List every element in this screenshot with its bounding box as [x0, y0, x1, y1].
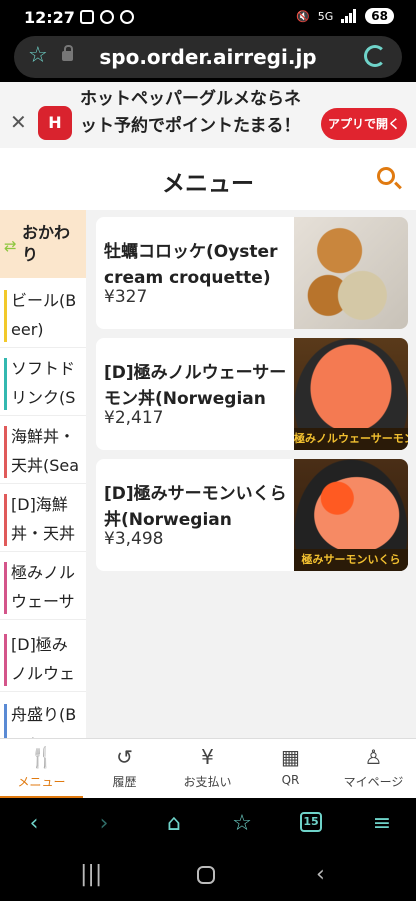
back-nav-icon[interactable]: ‹	[316, 862, 325, 887]
menu-item-name: [D]極みサーモンいくら丼(Norwegian salmon ikura)	[104, 484, 287, 529]
bookmarks-icon[interactable]: ☆	[228, 810, 256, 838]
open-app-button[interactable]: アプリで開く	[321, 108, 407, 140]
sidebar-item-label: ビール(Beer)	[11, 291, 77, 339]
sidebar-item-refill[interactable]: ⇄ おかわり	[0, 210, 86, 278]
tab-label: メニュー	[17, 775, 66, 789]
category-color-bar	[4, 426, 7, 478]
page-title: メニュー	[162, 171, 254, 197]
fork-knife-icon: 🍴	[29, 745, 54, 769]
category-color-bar	[4, 358, 7, 410]
category-color-bar	[4, 562, 7, 614]
close-icon[interactable]: ✕	[10, 110, 27, 134]
status-time: 12:27	[24, 8, 75, 27]
menu-item-price: ¥2,417	[104, 408, 164, 428]
yen-icon: ¥	[201, 745, 214, 769]
qr-icon: ▦	[281, 745, 300, 769]
page-header: メニュー	[0, 148, 416, 210]
menu-item-name: 牡蠣コロッケ(Oyster cream croquette)	[104, 242, 278, 287]
category-color-bar	[4, 290, 7, 342]
sidebar-item-label: [D]極みノルウェー	[11, 635, 76, 683]
sidebar-item-beer[interactable]: ビール(Beer)	[0, 282, 86, 348]
url-bar[interactable]: ☆ spo.order.airregi.jp	[14, 36, 402, 78]
notification-icons	[80, 10, 134, 24]
sidebar-item-norwegian-salmon[interactable]: 極みノルウェーサーモン	[0, 554, 86, 620]
back-icon[interactable]: ‹	[20, 810, 48, 838]
photo-caption: 極みサーモンいくら	[294, 549, 408, 571]
menu-item-price: ¥327	[104, 287, 148, 307]
tab-payment[interactable]: ¥ お支払い	[166, 739, 249, 799]
category-sidebar: ⇄ おかわり ビール(Beer) ソフトドリンク(Soft drinks) 海鮮…	[0, 210, 86, 798]
app-banner: ✕ H ホットペッパーグルメならネット予約でポイントたまる！ アプリで開く	[0, 82, 416, 148]
status-bar: 12:27 🔇 5G 68	[0, 0, 416, 36]
home-button-icon[interactable]	[197, 866, 215, 884]
history-icon: ↺	[116, 745, 133, 769]
app-notification-icon	[100, 10, 114, 24]
tab-history[interactable]: ↺ 履歴	[83, 739, 166, 799]
photo-caption: 極みノルウェーサーモン	[294, 428, 408, 450]
sidebar-item-seafood-bowls[interactable]: 海鮮丼・天丼(Seafood bowls)	[0, 418, 86, 484]
person-icon: ♙	[364, 745, 383, 769]
tab-mypage[interactable]: ♙ マイページ	[332, 739, 415, 799]
battery-badge: 68	[365, 8, 394, 24]
menu-item-card[interactable]: [D]極みサーモンいくら丼(Norwegian salmon ikura) ¥3…	[96, 459, 408, 571]
sidebar-item-d-norwegian[interactable]: [D]極みノルウェー	[0, 626, 86, 692]
tab-menu[interactable]: 🍴 メニュー	[0, 739, 83, 799]
category-color-bar	[4, 494, 7, 546]
sidebar-item-label: [D]海鮮丼・天丼(Seafood)	[11, 495, 76, 543]
status-right: 🔇 5G 68	[296, 8, 394, 24]
reload-icon[interactable]	[364, 45, 386, 67]
signal-icon	[341, 9, 357, 23]
search-icon[interactable]	[377, 167, 395, 185]
sidebar-item-label: ソフトドリンク(Soft drinks)	[11, 359, 76, 407]
bottom-tab-bar: 🍴 メニュー ↺ 履歴 ¥ お支払い ▦ QR ♙ マイページ	[0, 738, 416, 799]
tab-label: お支払い	[183, 775, 232, 789]
screenshot-icon	[80, 10, 94, 24]
tabs-count[interactable]: 15	[300, 812, 322, 832]
sidebar-item-soft-drinks[interactable]: ソフトドリンク(Soft drinks)	[0, 350, 86, 416]
salmon-bowl-photo: 極みノルウェーサーモン	[294, 338, 408, 450]
recent-apps-icon[interactable]: |||	[80, 862, 102, 887]
network-label: 5G	[317, 9, 334, 23]
browser-toolbar: ‹ › ⌂ ☆ 15 ≡	[0, 798, 416, 850]
forward-icon[interactable]: ›	[90, 810, 118, 838]
page-content: ✕ H ホットペッパーグルメならネット予約でポイントたまる！ アプリで開く メニ…	[0, 82, 416, 798]
sidebar-item-d-seafood-bowls[interactable]: [D]海鮮丼・天丼(Seafood)	[0, 486, 86, 552]
home-icon[interactable]: ⌂	[160, 810, 188, 838]
menu-icon[interactable]: ≡	[368, 810, 396, 838]
menu-item-card[interactable]: 牡蠣コロッケ(Oyster cream croquette) ¥327	[96, 217, 408, 329]
url-text[interactable]: spo.order.airregi.jp	[14, 45, 402, 69]
system-nav-bar: ||| ‹	[0, 850, 416, 901]
line-icon	[120, 10, 134, 24]
sidebar-item-label: 海鮮丼・天丼(Seafood bowls)	[11, 427, 80, 475]
tab-label: QR	[281, 773, 300, 787]
salmon-ikura-bowl-photo: 極みサーモンいくら	[294, 459, 408, 571]
menu-item-card[interactable]: [D]極みノルウェーサーモン丼(Norwegian salmon bowl) ¥…	[96, 338, 408, 450]
refresh-icon: ⇄	[4, 237, 17, 255]
tab-label: 履歴	[112, 775, 137, 789]
category-color-bar	[4, 634, 7, 686]
sidebar-item-label: おかわり	[22, 223, 71, 264]
menu-item-name: [D]極みノルウェーサーモン丼(Norwegian salmon bowl)	[104, 363, 287, 408]
tab-qr[interactable]: ▦ QR	[249, 739, 332, 799]
oyster-croquette-photo	[294, 217, 408, 329]
menu-item-price: ¥3,498	[104, 529, 164, 549]
sidebar-item-label: 極みノルウェーサーモン	[11, 563, 76, 611]
hotpepper-logo: H	[38, 106, 72, 140]
tab-label: マイページ	[343, 775, 404, 789]
browser-header: ☆ spo.order.airregi.jp	[0, 36, 416, 82]
mute-icon: 🔇	[296, 9, 310, 23]
banner-text: ホットペッパーグルメならネット予約でポイントたまる！	[80, 89, 301, 136]
